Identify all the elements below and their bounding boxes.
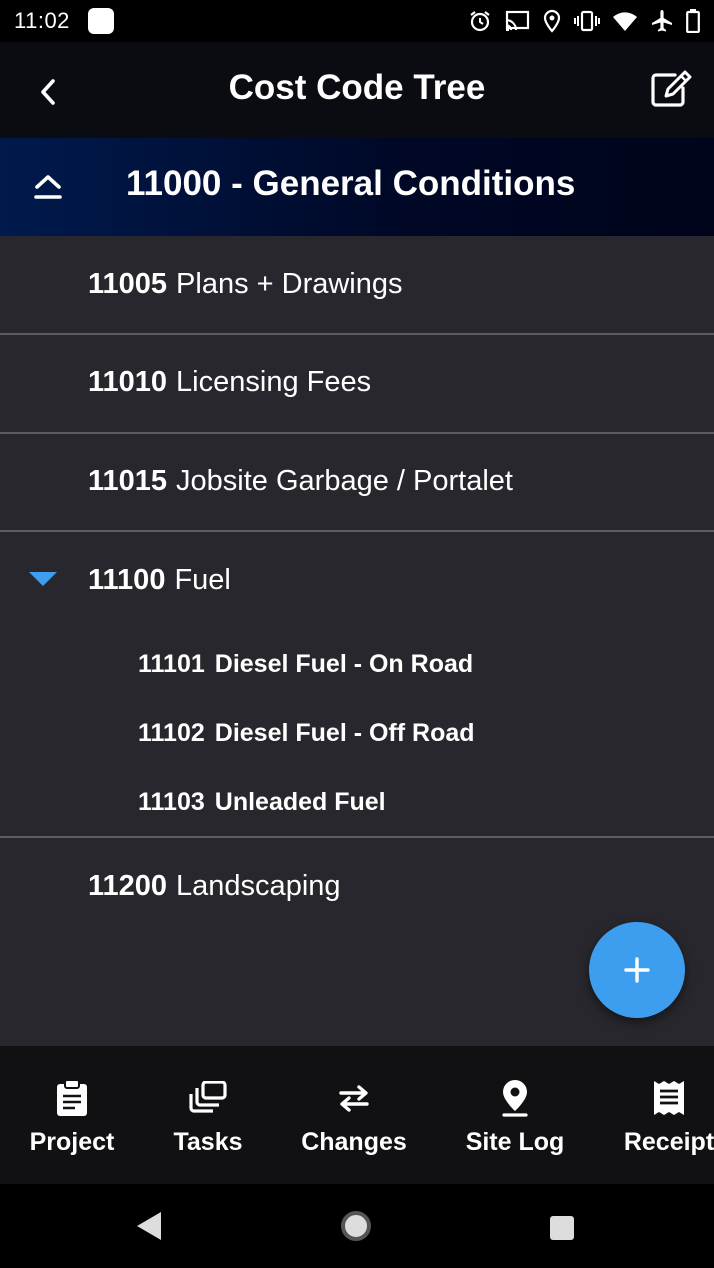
child-label: Diesel Fuel - Off Road xyxy=(214,719,475,747)
vibrate-icon xyxy=(574,10,600,32)
row-code: 11005 xyxy=(88,268,168,300)
status-time: 11:02 xyxy=(14,8,70,33)
row-label: Jobsite Garbage / Portalet xyxy=(176,465,513,497)
nav-project[interactable]: Project xyxy=(0,1046,144,1184)
map-pin-icon xyxy=(502,1080,528,1117)
airplane-icon xyxy=(652,10,672,32)
edit-icon xyxy=(651,70,692,107)
nav-label: Project xyxy=(29,1128,115,1156)
child-label: Unleaded Fuel xyxy=(214,788,386,816)
child-row-11102[interactable]: 11102 Diesel Fuel - Off Road xyxy=(138,719,475,748)
tree-row-11005[interactable]: 11005 Plans + Drawings xyxy=(0,236,714,333)
notification-app-icon xyxy=(87,8,114,34)
nav-label: Receipt xyxy=(623,1128,714,1156)
status-icons xyxy=(468,9,700,33)
section-header[interactable]: 11000 - General Conditions xyxy=(0,138,714,236)
row-label: Landscaping xyxy=(176,870,341,902)
child-label: Diesel Fuel - On Road xyxy=(214,650,474,678)
location-icon xyxy=(543,9,561,33)
nav-tasks[interactable]: Tasks xyxy=(136,1046,280,1184)
nav-label: Tasks xyxy=(173,1128,243,1156)
system-home-icon[interactable] xyxy=(340,1210,372,1242)
section-title: 11000 - General Conditions xyxy=(126,164,576,203)
child-row-11101[interactable]: 11101 Diesel Fuel - On Road xyxy=(138,650,473,679)
row-code: 11200 xyxy=(88,870,168,902)
plus-icon xyxy=(624,957,650,983)
add-button[interactable] xyxy=(589,922,685,1018)
receipt-icon xyxy=(654,1081,684,1115)
child-row-11103[interactable]: 11103 Unleaded Fuel xyxy=(138,788,386,817)
collapse-up-icon[interactable] xyxy=(34,172,62,202)
cast-icon xyxy=(505,10,530,31)
system-nav-bar xyxy=(0,1184,714,1268)
status-bar: 11:02 xyxy=(0,0,714,42)
app-bar: Cost Code Tree xyxy=(0,42,714,138)
clipboard-icon xyxy=(57,1079,87,1116)
alarm-icon xyxy=(470,11,490,32)
cost-code-tree: 11005 Plans + Drawings 11010 Licensing Fee… xyxy=(0,236,714,1046)
wifi-icon xyxy=(613,12,637,31)
system-recents-icon[interactable] xyxy=(548,1214,576,1242)
expand-caret-icon[interactable] xyxy=(28,570,58,588)
row-label: Licensing Fees xyxy=(176,366,372,398)
child-code: 11102 xyxy=(138,719,205,747)
child-code: 11103 xyxy=(138,788,205,816)
tree-row-11015[interactable]: 11015 Jobsite Garbage / Portalet xyxy=(0,434,714,530)
row-label: Plans + Drawings xyxy=(176,268,403,300)
tasks-icon xyxy=(189,1081,227,1113)
row-code: 11100 xyxy=(88,564,166,596)
row-code: 11015 xyxy=(88,465,168,497)
battery-icon xyxy=(686,9,700,33)
nav-receipt[interactable]: Receipt xyxy=(597,1046,714,1184)
tree-row-11100[interactable]: 11100 Fuel 11101 Diesel Fuel - On Road 111… xyxy=(0,532,714,836)
nav-site-log[interactable]: Site Log xyxy=(443,1046,587,1184)
nav-changes[interactable]: Changes xyxy=(282,1046,426,1184)
nav-label: Changes xyxy=(301,1128,407,1156)
tree-row-11010[interactable]: 11010 Licensing Fees xyxy=(0,335,714,432)
row-code: 11010 xyxy=(88,366,168,398)
system-back-icon[interactable] xyxy=(134,1210,164,1242)
swap-arrows-icon xyxy=(339,1085,369,1112)
tree-row-11200[interactable]: 11200 Landscaping xyxy=(0,838,714,935)
child-code: 11101 xyxy=(138,650,205,678)
bottom-nav: Project Tasks Changes Site Log Receipt xyxy=(0,1046,714,1184)
page-title: Cost Code Tree xyxy=(228,68,486,107)
nav-label: Site Log xyxy=(465,1128,565,1156)
row-label: Fuel xyxy=(174,564,231,596)
edit-button[interactable] xyxy=(648,68,694,110)
